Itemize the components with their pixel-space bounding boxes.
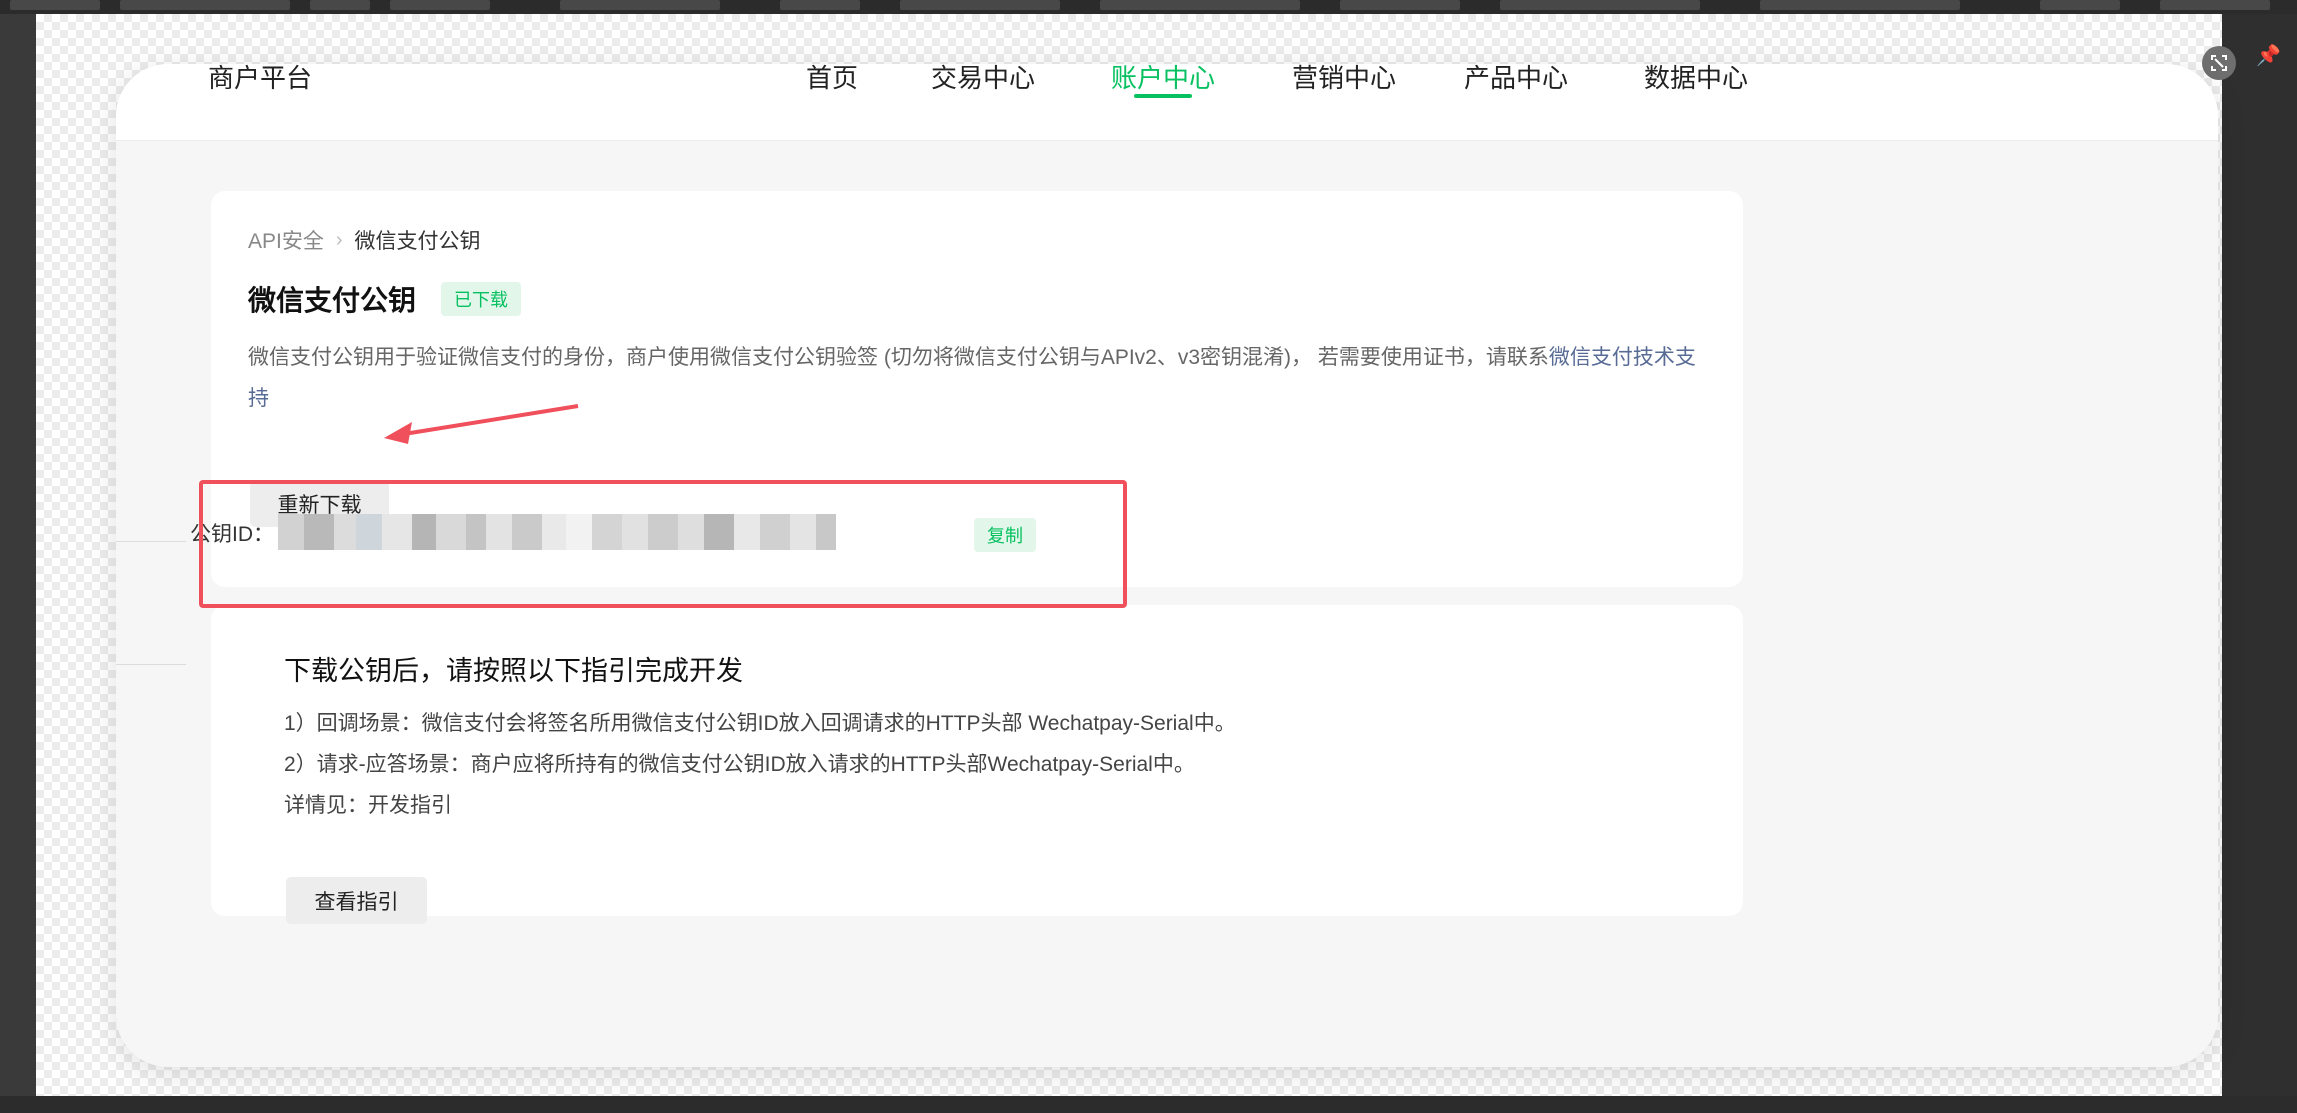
guide-title: 下载公钥后，请按照以下指引完成开发 (284, 656, 743, 686)
status-badge: 已下载 (441, 282, 521, 316)
breadcrumb: API安全 › 微信支付公钥 (248, 225, 481, 255)
annotation-box (199, 480, 1127, 608)
sidebar-divider (116, 541, 186, 542)
nav-item-home[interactable]: 首页 (806, 64, 858, 95)
view-guide-button[interactable]: 查看指引 (286, 877, 427, 924)
guide-step-callback: 1）回调场景：微信支付会将签名所用微信支付公钥ID放入回调请求的HTTP头部 W… (284, 712, 1236, 735)
nav-active-indicator (1134, 94, 1192, 98)
top-nav: 商户平台 首页 交易中心 账户中心 营销中心 产品中心 数据中心 (116, 64, 2218, 141)
nav-item-account[interactable]: 账户中心 (1111, 64, 1215, 95)
pin-icon[interactable]: 📌 (2256, 44, 2281, 68)
nav-item-product[interactable]: 产品中心 (1464, 64, 1568, 95)
guide-step-request: 2）请求-应答场景：商户应将所持有的微信支付公钥ID放入请求的HTTP头部Wec… (284, 753, 1195, 776)
nav-item-data[interactable]: 数据中心 (1644, 64, 1748, 95)
sidebar-divider (116, 664, 186, 665)
nav-item-trade[interactable]: 交易中心 (931, 64, 1035, 95)
breadcrumb-parent[interactable]: API安全 (248, 225, 324, 255)
screenshot-canvas: 商户平台 首页 交易中心 账户中心 营销中心 产品中心 数据中心 API安全 ›… (36, 14, 2236, 1096)
host-bottom-strip (0, 1096, 2297, 1113)
brand-logo[interactable]: 商户平台 (208, 64, 312, 95)
host-toolbar (0, 0, 2297, 14)
chevron-right-icon: › (335, 228, 343, 251)
guide-card: 下载公钥后，请按照以下指引完成开发 1）回调场景：微信支付会将签名所用微信支付公… (211, 605, 1743, 924)
guide-details: 详情见：开发指引 (284, 794, 452, 817)
host-left-strip (0, 14, 36, 1113)
breadcrumb-current: 微信支付公钥 (354, 230, 481, 253)
description-text: 微信支付公钥用于验证微信支付的身份，商户使用微信支付公钥验签 (切勿将微信支付公… (248, 346, 1549, 369)
nav-item-marketing[interactable]: 营销中心 (1292, 64, 1396, 95)
page-title: 微信支付公钥 (248, 285, 417, 316)
annotation-arrow (384, 404, 579, 444)
host-right-strip (2222, 14, 2297, 1113)
